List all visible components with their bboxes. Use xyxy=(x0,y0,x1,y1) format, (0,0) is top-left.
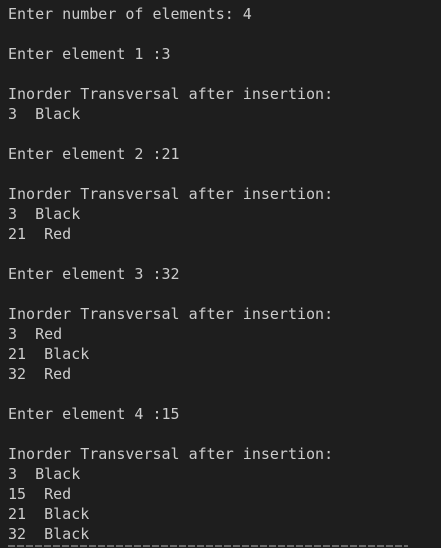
next-line-cutoff xyxy=(8,544,428,548)
previous-command-line-cutoff xyxy=(30,0,290,2)
terminal-panel[interactable]: Enter number of elements: 4 Enter elemen… xyxy=(0,0,441,548)
terminal-output: Enter number of elements: 4 Enter elemen… xyxy=(8,5,334,543)
